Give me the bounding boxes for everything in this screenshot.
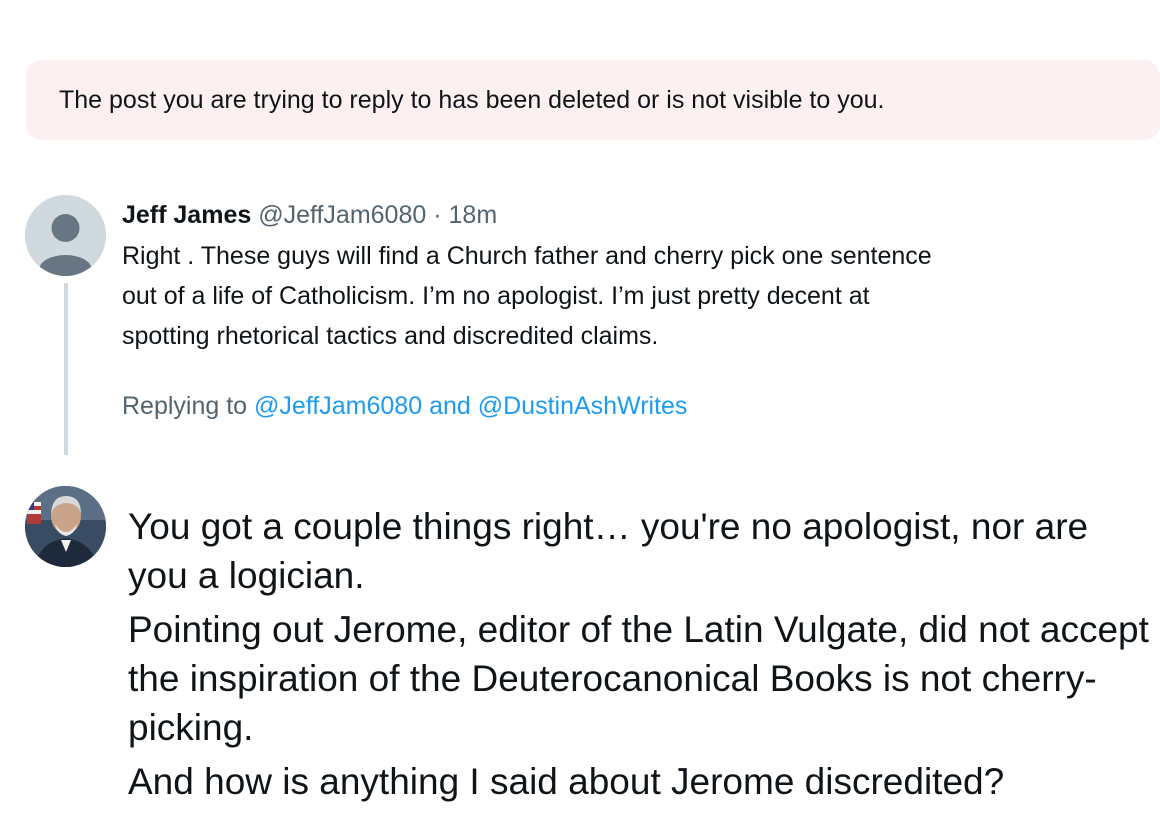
- user-profile-photo: [25, 486, 106, 567]
- parent-post-header: Jeff James @JeffJam6080 · 18m: [122, 198, 1142, 232]
- author-name[interactable]: Jeff James: [122, 201, 251, 229]
- replying-to-line: Replying to @JeffJam6080 and @DustinAshW…: [122, 388, 1142, 424]
- default-user-avatar-icon: [25, 195, 106, 276]
- parent-post-line: Right . These guys will find a Church fa…: [122, 242, 932, 270]
- reply-paragraph: And how is anything I said about Jerome …: [128, 761, 1005, 802]
- reply-author-avatar[interactable]: [25, 486, 106, 567]
- deleted-post-notice: The post you are trying to reply to has …: [26, 60, 1160, 140]
- header-separator: ·: [433, 201, 442, 229]
- parent-post-text: Right . These guys will find a Church fa…: [122, 236, 1142, 356]
- author-handle[interactable]: @JeffJam6080: [258, 201, 426, 229]
- mention-link[interactable]: @DustinAshWrites: [478, 392, 688, 420]
- reply-post-text: You got a couple things right… you're no…: [128, 502, 1158, 811]
- parent-post: Jeff James @JeffJam6080 · 18m Right . Th…: [122, 198, 1142, 424]
- replying-to-prefix: Replying to: [122, 392, 248, 420]
- reply-paragraph: You got a couple things right… you're no…: [128, 506, 1089, 596]
- parent-post-line: spotting rhetorical tactics and discredi…: [122, 322, 659, 350]
- thread-connector-line: [64, 283, 68, 455]
- reply-paragraph: Pointing out Jerome, editor of the Latin…: [128, 609, 1149, 748]
- parent-post-line: out of a life of Catholicism. I’m no apo…: [122, 282, 870, 310]
- mention-link[interactable]: @JeffJam6080: [254, 392, 422, 420]
- notice-text: The post you are trying to reply to has …: [59, 85, 885, 114]
- mention-conjunction[interactable]: and: [429, 392, 471, 420]
- post-timestamp[interactable]: 18m: [449, 201, 498, 229]
- parent-author-avatar[interactable]: [25, 195, 106, 276]
